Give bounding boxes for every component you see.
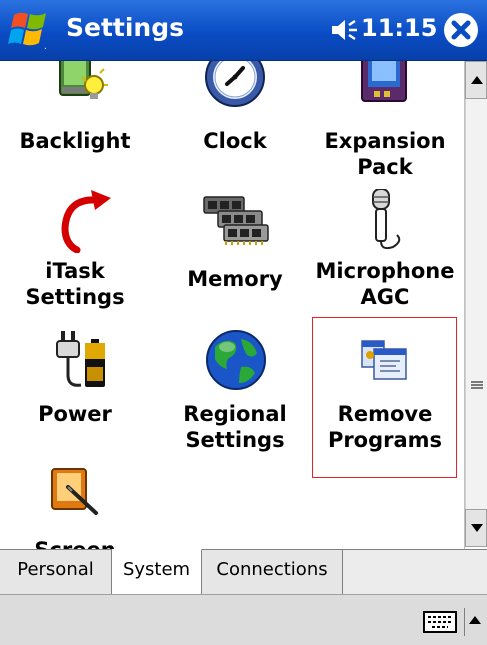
item-label-line2: Settings [185,428,285,452]
item-label: Screen [0,537,150,549]
item-backlight[interactable]: Backlight [0,61,150,181]
window-title: Settings [66,13,185,42]
backlight-icon [50,61,110,117]
grip-icon [471,381,483,389]
tab-personal[interactable]: Personal [0,550,112,594]
microphone-icon [365,188,409,257]
memory-chips-icon [200,195,270,251]
itask-arrow-icon [55,188,115,257]
item-label-line1: Expansion [324,129,446,153]
item-label-line2: AGC [360,285,410,309]
arrow-down-icon [471,524,483,532]
clock-time[interactable]: 11:15 [361,14,437,42]
windows-flag-icon[interactable]: . [8,9,54,52]
item-regional-settings[interactable]: Regional Settings [160,325,310,475]
vertical-scrollbar[interactable] [464,61,487,549]
close-icon [451,20,471,40]
scroll-down-button[interactable] [465,509,487,547]
item-label-line2: Pack [357,155,413,179]
screen-stylus-icon [50,465,100,519]
item-label: Backlight [19,129,131,153]
item-itask-settings[interactable]: iTask Settings [0,185,150,325]
tab-system[interactable]: System [112,549,202,594]
title-bar: . Settings 11:15 [0,0,487,61]
scroll-thumb[interactable] [465,99,487,509]
settings-icon-grid: Backlight Clock Expansion Pack iTask Set… [0,61,464,549]
power-battery-icon [55,331,115,397]
chevron-up-icon [469,616,481,624]
close-button[interactable] [444,13,478,47]
tab-bar: Personal System Connections [0,549,487,594]
item-microphone-agc[interactable]: Microphone AGC [310,185,460,325]
item-label-line1: Regional [183,402,287,426]
scroll-up-button[interactable] [465,61,487,99]
clock-icon [203,61,267,117]
item-clock[interactable]: Clock [160,61,310,181]
item-label-line2: Settings [25,285,125,309]
speaker-icon[interactable] [330,17,358,43]
expansion-pack-icon [360,61,410,111]
item-label-line1: iTask [45,259,105,283]
item-label: Clock [203,129,267,153]
selection-highlight [312,317,457,478]
globe-icon [205,329,267,395]
svg-text:.: . [44,42,47,51]
item-expansion-pack[interactable]: Expansion Pack [310,61,460,181]
item-screen[interactable]: Screen [0,465,150,549]
tab-connections[interactable]: Connections [202,550,343,594]
command-bar [0,594,487,645]
arrow-up-icon [471,76,483,84]
item-label: Power [38,402,112,426]
item-memory[interactable]: Memory [160,185,310,325]
sip-toggle-button[interactable] [464,608,485,636]
keyboard-icon[interactable] [423,610,459,634]
item-label-line1: Microphone [315,259,455,283]
item-label: Memory [187,267,283,291]
item-power[interactable]: Power [0,325,150,475]
